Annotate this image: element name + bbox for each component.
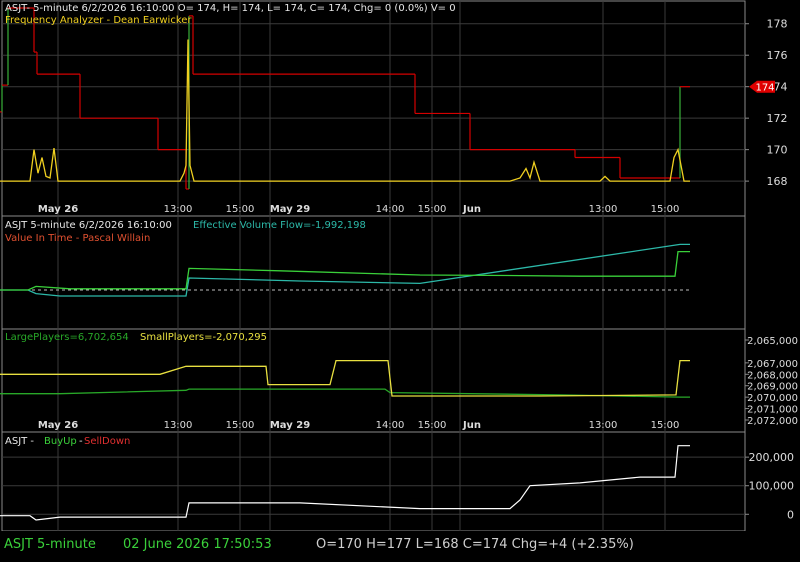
x-tick-label: 14:00	[376, 420, 405, 431]
frequency-analyzer-label: Frequency Analyzer - Dean Earwicker	[5, 15, 192, 26]
value-in-time-label: Value In Time - Pascal Willain	[5, 233, 150, 244]
x-tick-label: Jun	[462, 204, 481, 215]
x-tick-label: 13:00	[589, 420, 618, 431]
x-tick-label: May 26	[38, 420, 78, 431]
x-tick-label: 14:00	[376, 204, 405, 215]
y-tick-label: 2,069,000	[747, 382, 798, 393]
last-price-label: 174	[755, 83, 774, 94]
y-tick-label: 2,070,000	[747, 393, 798, 404]
panel-labels: ASJT- 5-minute 6/2/2026 16:10:00 O= 174,…	[5, 3, 456, 447]
x-tick-label: 13:00	[589, 204, 618, 215]
x-tick-label: May 26	[38, 204, 78, 215]
x-tick-label: 13:00	[164, 420, 193, 431]
x-tick-label: May 29	[270, 204, 310, 215]
y-tick-label: 170	[767, 144, 788, 157]
x-tick-label: Jun	[462, 420, 481, 431]
y-tick-label: 2,067,000	[747, 359, 798, 370]
x-tick-label: 15:00	[651, 420, 680, 431]
x-tick-label: 13:00	[164, 204, 193, 215]
large-players-label: LargePlayers=6,702,654	[5, 332, 129, 343]
y-tick-label: 178	[767, 18, 788, 31]
y-tick-label: 0	[787, 508, 794, 521]
y-tick-label: 172	[767, 112, 788, 125]
y-tick-label: 176	[767, 49, 788, 62]
y-tick-label: 2,065,000	[747, 336, 798, 347]
x-tick-label: 15:00	[651, 204, 680, 215]
panel-border	[1, 328, 746, 433]
footer-date: 02 June 2026 17:50:53	[123, 537, 272, 552]
buyup-label: BuyUp	[44, 436, 77, 447]
footer-ohlc: O=170 H=177 L=168 C=174 Chg=+4 (+2.35%)	[316, 537, 634, 552]
chart-grid	[1, 0, 746, 531]
x-tick-label: 15:00	[226, 420, 255, 431]
small-players-label: SmallPlayers=-2,070,295	[140, 332, 267, 343]
price-panel[interactable]: 178176174172170168174	[0, 7, 788, 190]
y-tick-label: 100,000	[749, 480, 795, 493]
effective-volume-flow-label: Effective Volume Flow=-1,992,198	[193, 220, 366, 231]
x-tick-label: 15:00	[418, 420, 447, 431]
volume-flow-panel[interactable]	[0, 243, 690, 297]
panel-border	[1, 0, 746, 217]
price-header: ASJT- 5-minute 6/2/2026 16:10:00 O= 174,…	[5, 3, 456, 14]
buyup-header: ASJT -	[5, 436, 34, 447]
volume-header: ASJT 5-minute 6/2/2026 16:10:00	[5, 220, 172, 231]
y-tick-label: 2,072,000	[747, 416, 798, 427]
x-tick-label: 15:00	[226, 204, 255, 215]
buyup-selldown-panel[interactable]: 200,000 100,000 0	[0, 445, 795, 522]
x-tick-label: 15:00	[418, 204, 447, 215]
value-in-time-line	[0, 250, 690, 291]
multi-panel-chart[interactable]: 178176174172170168174 2,065,0002,067,000…	[0, 0, 800, 531]
y-tick-label: 2,068,000	[747, 370, 798, 381]
status-bar: ASJT 5-minute 02 June 2026 17:50:53 O=17…	[0, 531, 800, 562]
small-players-line	[0, 359, 690, 397]
y-tick-label: 200,000	[749, 451, 795, 464]
frequency-line	[0, 39, 690, 182]
footer-symbol: ASJT 5-minute	[4, 537, 96, 552]
buysell-sep: -	[79, 436, 83, 447]
x-tick-label: May 29	[270, 420, 310, 431]
players-panel[interactable]: 2,065,0002,067,0002,068,0002,069,0002,07…	[0, 336, 798, 427]
y-tick-label: 2,071,000	[747, 405, 798, 416]
y-tick-label: 168	[767, 175, 788, 188]
selldown-label: SellDown	[84, 436, 130, 447]
